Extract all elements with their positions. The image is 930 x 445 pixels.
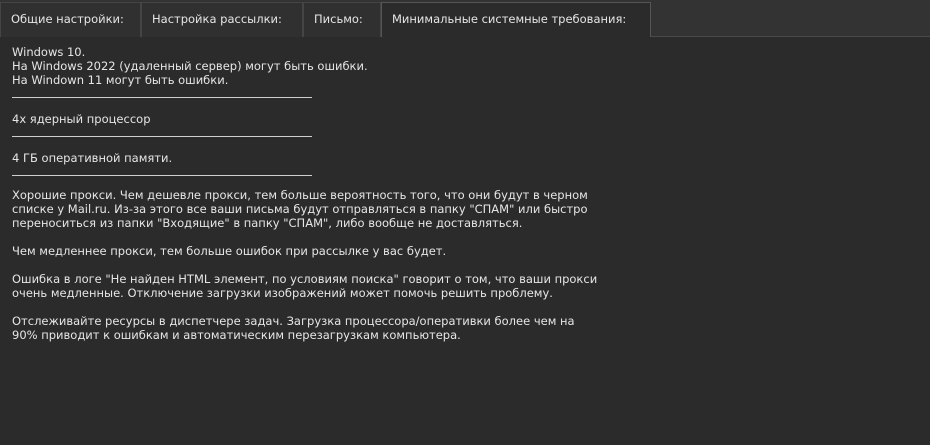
slow-proxy-note: Чем медленнее прокси, тем больше ошибок … <box>12 244 447 258</box>
monitor-note-line: 90% приводит к ошибкам и автоматическим … <box>12 328 461 342</box>
os-line: На Windows 2022 (удаленный сервер) могут… <box>12 59 368 73</box>
monitor-note-line: Отслеживайте ресурсы в диспетчере задач.… <box>12 314 575 328</box>
proxy-note-line: Хорошие прокси. Чем дешевле прокси, тем … <box>12 188 588 202</box>
tab-bar: Общие настройки: Настройка рассылки: Пис… <box>0 0 930 38</box>
requirements-panel: Windows 10. На Windows 2022 (удаленный с… <box>0 37 930 445</box>
os-line: Windows 10. <box>12 45 86 59</box>
proxy-note-line: списке у Mail.ru. Из-за этого все ваши п… <box>12 202 588 216</box>
ram-requirement: 4 ГБ оперативной памяти. <box>12 151 173 165</box>
log-error-note-line: Ошибка в логе "Не найден HTML элемент, п… <box>12 272 598 286</box>
tab-letter[interactable]: Письмо: <box>303 2 381 37</box>
requirements-text: Windows 10. На Windows 2022 (удаленный с… <box>12 45 632 342</box>
os-line: На Windown 11 могут быть ошибки. <box>12 73 229 87</box>
tab-system-requirements[interactable]: Минимальные системные требования: <box>381 2 651 38</box>
proxy-note-line: переноситься из папки "Входящие" в папку… <box>12 216 523 230</box>
tab-general-settings[interactable]: Общие настройки: <box>0 2 141 37</box>
tab-mailing-settings[interactable]: Настройка рассылки: <box>141 2 303 37</box>
log-error-note-line: очень медленные. Отключение загрузки изо… <box>12 286 553 300</box>
cpu-requirement: 4х ядерный процессор <box>12 112 151 126</box>
